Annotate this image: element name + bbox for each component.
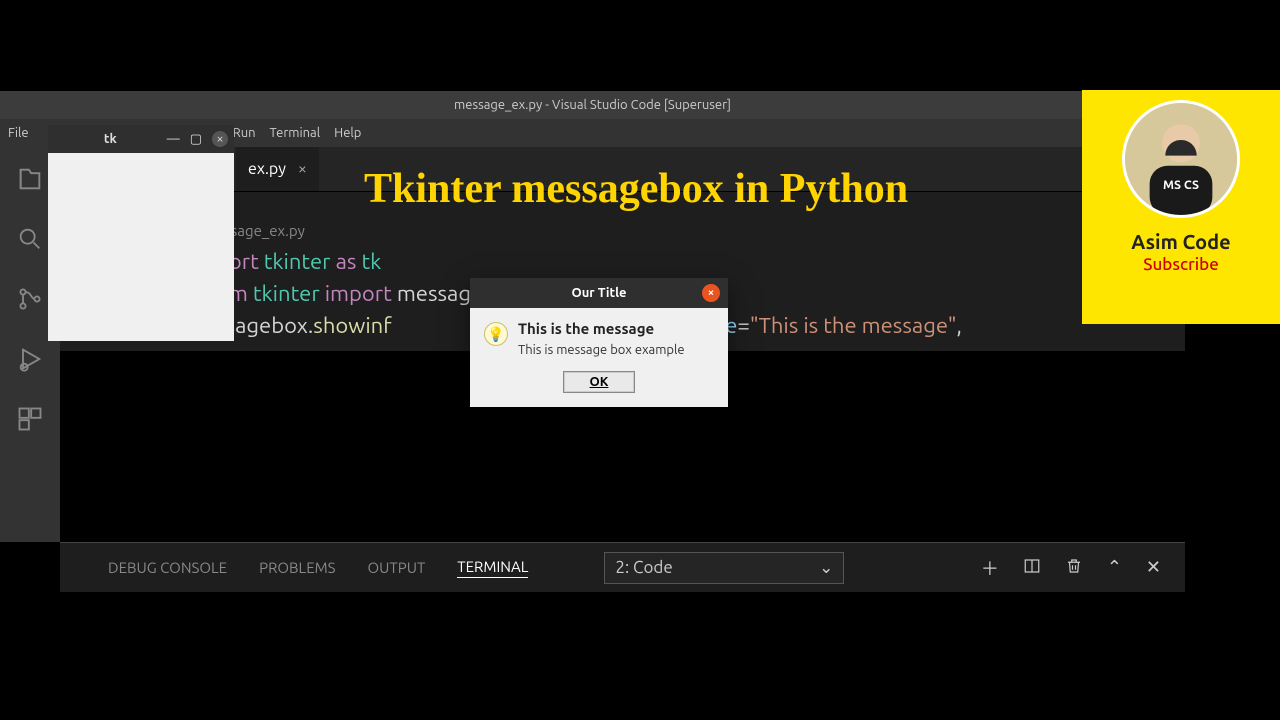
menu-terminal[interactable]: Terminal <box>270 126 321 140</box>
tab-message-ex[interactable]: ex.py × <box>236 147 319 191</box>
close-icon[interactable]: × <box>702 284 720 302</box>
ok-button[interactable]: OK <box>563 371 636 393</box>
video-overlay-title: Tkinter messagebox in Python <box>364 165 908 213</box>
window-title: message_ex.py - Visual Studio Code [Supe… <box>454 98 731 112</box>
messagebox-detail: This is message box example <box>518 343 685 357</box>
panel-debug-console[interactable]: DEBUG CONSOLE <box>108 559 227 576</box>
source-control-icon[interactable] <box>16 285 44 313</box>
vscode-titlebar: message_ex.py - Visual Studio Code [Supe… <box>0 91 1185 119</box>
tk-titlebar[interactable]: tk — ▢ × <box>48 125 234 153</box>
panel-output[interactable]: OUTPUT <box>368 559 426 576</box>
messagebox-title: Our Title <box>496 286 702 300</box>
new-terminal-icon[interactable]: ＋ <box>981 555 999 581</box>
panel-terminal[interactable]: TERMINAL <box>457 558 528 578</box>
terminal-selector[interactable]: 2: Code ⌄ <box>604 552 844 584</box>
bottom-panel: DEBUG CONSOLE PROBLEMS OUTPUT TERMINAL 2… <box>60 542 1185 592</box>
explorer-icon[interactable] <box>16 165 44 193</box>
menu-run[interactable]: Run <box>233 126 256 140</box>
code-line-1: port tkinter as tk <box>216 246 1173 278</box>
info-icon: 💡 <box>484 322 508 346</box>
messagebox-body: 💡 This is the message This is message bo… <box>470 308 728 407</box>
menu-file[interactable]: File <box>8 126 29 140</box>
channel-name: Asim Code <box>1131 230 1230 253</box>
svg-text:MS CS: MS CS <box>1163 179 1199 192</box>
close-icon[interactable]: × <box>298 160 307 178</box>
youtube-channel-card[interactable]: MS CS Asim Code Subscribe <box>1082 90 1280 324</box>
avatar: MS CS <box>1122 100 1240 218</box>
messagebox-dialog[interactable]: Our Title × 💡 This is the message This i… <box>470 278 728 407</box>
tk-title-text: tk <box>54 132 167 146</box>
chevron-up-icon[interactable]: ⌃ <box>1107 557 1122 578</box>
subscribe-text[interactable]: Subscribe <box>1143 255 1219 274</box>
tab-label: ex.py <box>248 160 286 178</box>
tk-client-area <box>48 153 234 341</box>
maximize-icon[interactable]: ▢ <box>190 132 202 147</box>
close-panel-icon[interactable]: ✕ <box>1146 557 1161 578</box>
panel-problems[interactable]: PROBLEMS <box>259 559 335 576</box>
extensions-icon[interactable] <box>16 405 44 433</box>
breadcrumb: essage_ex.py <box>216 220 1173 242</box>
menu-help[interactable]: Help <box>334 126 361 140</box>
messagebox-heading: This is the message <box>518 320 685 337</box>
run-debug-icon[interactable] <box>16 345 44 373</box>
trash-icon[interactable] <box>1065 557 1083 579</box>
close-icon[interactable]: × <box>212 131 228 147</box>
search-icon[interactable] <box>16 225 44 253</box>
split-terminal-icon[interactable] <box>1023 557 1041 579</box>
tk-root-window[interactable]: tk — ▢ × <box>48 125 234 341</box>
messagebox-titlebar[interactable]: Our Title × <box>470 278 728 308</box>
chevron-down-icon: ⌄ <box>819 558 833 578</box>
terminal-selector-label: 2: Code <box>615 558 672 577</box>
minimize-icon[interactable]: — <box>167 132 180 146</box>
